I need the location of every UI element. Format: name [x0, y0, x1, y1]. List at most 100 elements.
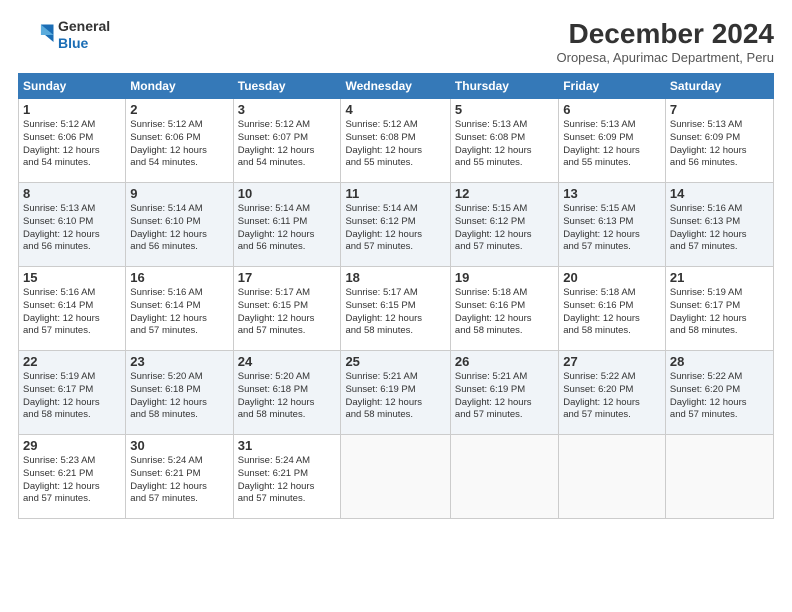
day-number: 17 [238, 270, 337, 285]
calendar-cell: 18 Sunrise: 5:17 AMSunset: 6:15 PMDayligh… [341, 267, 450, 351]
calendar-cell: 11 Sunrise: 5:14 AMSunset: 6:12 PMDayligh… [341, 183, 450, 267]
calendar-week-row: 29 Sunrise: 5:23 AMSunset: 6:21 PMDayligh… [19, 435, 774, 519]
calendar-cell [450, 435, 558, 519]
calendar-cell: 25 Sunrise: 5:21 AMSunset: 6:19 PMDayligh… [341, 351, 450, 435]
day-info: Sunrise: 5:16 AMSunset: 6:13 PMDaylight:… [670, 203, 769, 254]
calendar-day-header: Monday [126, 74, 233, 99]
day-info: Sunrise: 5:20 AMSunset: 6:18 PMDaylight:… [130, 371, 228, 422]
day-number: 1 [23, 102, 121, 117]
day-number: 18 [345, 270, 445, 285]
calendar-cell: 27 Sunrise: 5:22 AMSunset: 6:20 PMDayligh… [559, 351, 666, 435]
day-number: 15 [23, 270, 121, 285]
calendar-cell: 5 Sunrise: 5:13 AMSunset: 6:08 PMDaylight… [450, 99, 558, 183]
day-info: Sunrise: 5:12 AMSunset: 6:06 PMDaylight:… [130, 119, 228, 170]
day-number: 12 [455, 186, 554, 201]
calendar-cell: 20 Sunrise: 5:18 AMSunset: 6:16 PMDayligh… [559, 267, 666, 351]
day-info: Sunrise: 5:12 AMSunset: 6:06 PMDaylight:… [23, 119, 121, 170]
calendar-cell: 12 Sunrise: 5:15 AMSunset: 6:12 PMDayligh… [450, 183, 558, 267]
day-info: Sunrise: 5:20 AMSunset: 6:18 PMDaylight:… [238, 371, 337, 422]
calendar-cell: 14 Sunrise: 5:16 AMSunset: 6:13 PMDayligh… [665, 183, 773, 267]
day-info: Sunrise: 5:17 AMSunset: 6:15 PMDaylight:… [238, 287, 337, 338]
calendar-cell: 21Sunrise: 5:19 AMSunset: 6:17 PMDayligh… [665, 267, 773, 351]
calendar-cell [665, 435, 773, 519]
day-info: Sunrise: 5:19 AMSunset: 6:17 PMDaylight:… [23, 371, 121, 422]
day-number: 5 [455, 102, 554, 117]
day-number: 6 [563, 102, 661, 117]
day-info: Sunrise: 5:15 AMSunset: 6:13 PMDaylight:… [563, 203, 661, 254]
day-info: Sunrise: 5:24 AMSunset: 6:21 PMDaylight:… [130, 455, 228, 506]
calendar-cell: 9 Sunrise: 5:14 AMSunset: 6:10 PMDaylight… [126, 183, 233, 267]
day-info: Sunrise: 5:18 AMSunset: 6:16 PMDaylight:… [455, 287, 554, 338]
main-title: December 2024 [557, 18, 775, 50]
calendar-day-header: Sunday [19, 74, 126, 99]
day-info: Sunrise: 5:18 AMSunset: 6:16 PMDaylight:… [563, 287, 661, 338]
calendar-cell: 16Sunrise: 5:16 AMSunset: 6:14 PMDayligh… [126, 267, 233, 351]
day-info: Sunrise: 5:13 AMSunset: 6:08 PMDaylight:… [455, 119, 554, 170]
calendar-cell: 28Sunrise: 5:22 AMSunset: 6:20 PMDayligh… [665, 351, 773, 435]
page: General Blue December 2024 Oropesa, Apur… [0, 0, 792, 612]
calendar-cell: 6 Sunrise: 5:13 AMSunset: 6:09 PMDaylight… [559, 99, 666, 183]
calendar-cell: 26 Sunrise: 5:21 AMSunset: 6:19 PMDayligh… [450, 351, 558, 435]
day-number: 13 [563, 186, 661, 201]
day-info: Sunrise: 5:21 AMSunset: 6:19 PMDaylight:… [345, 371, 445, 422]
calendar-cell: 3 Sunrise: 5:12 AMSunset: 6:07 PMDaylight… [233, 99, 341, 183]
calendar-day-header: Wednesday [341, 74, 450, 99]
calendar-cell: 30Sunrise: 5:24 AMSunset: 6:21 PMDayligh… [126, 435, 233, 519]
calendar-day-header: Saturday [665, 74, 773, 99]
logo: General Blue [18, 18, 110, 52]
day-number: 23 [130, 354, 228, 369]
calendar-week-row: 8Sunrise: 5:13 AMSunset: 6:10 PMDaylight… [19, 183, 774, 267]
calendar-cell: 31 Sunrise: 5:24 AMSunset: 6:21 PMDayligh… [233, 435, 341, 519]
header: General Blue December 2024 Oropesa, Apur… [18, 18, 774, 65]
calendar-cell: 23 Sunrise: 5:20 AMSunset: 6:18 PMDayligh… [126, 351, 233, 435]
day-info: Sunrise: 5:15 AMSunset: 6:12 PMDaylight:… [455, 203, 554, 254]
day-info: Sunrise: 5:23 AMSunset: 6:21 PMDaylight:… [23, 455, 121, 506]
day-number: 20 [563, 270, 661, 285]
day-info: Sunrise: 5:14 AMSunset: 6:10 PMDaylight:… [130, 203, 228, 254]
calendar-cell: 19 Sunrise: 5:18 AMSunset: 6:16 PMDayligh… [450, 267, 558, 351]
logo-text-general: General [58, 18, 110, 35]
day-info: Sunrise: 5:12 AMSunset: 6:08 PMDaylight:… [345, 119, 445, 170]
day-info: Sunrise: 5:14 AMSunset: 6:12 PMDaylight:… [345, 203, 445, 254]
day-number: 7 [670, 102, 769, 117]
day-number: 26 [455, 354, 554, 369]
calendar-cell: 8Sunrise: 5:13 AMSunset: 6:10 PMDaylight… [19, 183, 126, 267]
day-number: 31 [238, 438, 337, 453]
title-block: December 2024 Oropesa, Apurimac Departme… [557, 18, 775, 65]
day-info: Sunrise: 5:13 AMSunset: 6:09 PMDaylight:… [563, 119, 661, 170]
calendar-week-row: 22Sunrise: 5:19 AMSunset: 6:17 PMDayligh… [19, 351, 774, 435]
day-number: 3 [238, 102, 337, 117]
day-number: 10 [238, 186, 337, 201]
day-number: 29 [23, 438, 121, 453]
calendar-day-header: Tuesday [233, 74, 341, 99]
day-info: Sunrise: 5:12 AMSunset: 6:07 PMDaylight:… [238, 119, 337, 170]
day-number: 11 [345, 186, 445, 201]
day-number: 16 [130, 270, 228, 285]
calendar-cell: 7Sunrise: 5:13 AMSunset: 6:09 PMDaylight… [665, 99, 773, 183]
calendar-header-row: SundayMondayTuesdayWednesdayThursdayFrid… [19, 74, 774, 99]
calendar-cell: 29 Sunrise: 5:23 AMSunset: 6:21 PMDayligh… [19, 435, 126, 519]
day-number: 9 [130, 186, 228, 201]
day-info: Sunrise: 5:17 AMSunset: 6:15 PMDaylight:… [345, 287, 445, 338]
calendar-cell: 24 Sunrise: 5:20 AMSunset: 6:18 PMDayligh… [233, 351, 341, 435]
calendar-cell [341, 435, 450, 519]
day-info: Sunrise: 5:16 AMSunset: 6:14 PMDaylight:… [23, 287, 121, 338]
calendar-day-header: Friday [559, 74, 666, 99]
logo-icon [18, 21, 54, 49]
day-number: 14 [670, 186, 769, 201]
calendar-day-header: Thursday [450, 74, 558, 99]
day-number: 25 [345, 354, 445, 369]
day-number: 27 [563, 354, 661, 369]
day-info: Sunrise: 5:22 AMSunset: 6:20 PMDaylight:… [563, 371, 661, 422]
day-info: Sunrise: 5:21 AMSunset: 6:19 PMDaylight:… [455, 371, 554, 422]
logo-text-blue: Blue [58, 35, 110, 52]
calendar-cell [559, 435, 666, 519]
calendar-cell: 17 Sunrise: 5:17 AMSunset: 6:15 PMDayligh… [233, 267, 341, 351]
calendar-week-row: 15 Sunrise: 5:16 AMSunset: 6:14 PMDayligh… [19, 267, 774, 351]
calendar-cell: 13 Sunrise: 5:15 AMSunset: 6:13 PMDayligh… [559, 183, 666, 267]
day-number: 24 [238, 354, 337, 369]
day-number: 4 [345, 102, 445, 117]
day-number: 19 [455, 270, 554, 285]
day-info: Sunrise: 5:24 AMSunset: 6:21 PMDaylight:… [238, 455, 337, 506]
calendar-week-row: 1 Sunrise: 5:12 AMSunset: 6:06 PMDaylight… [19, 99, 774, 183]
